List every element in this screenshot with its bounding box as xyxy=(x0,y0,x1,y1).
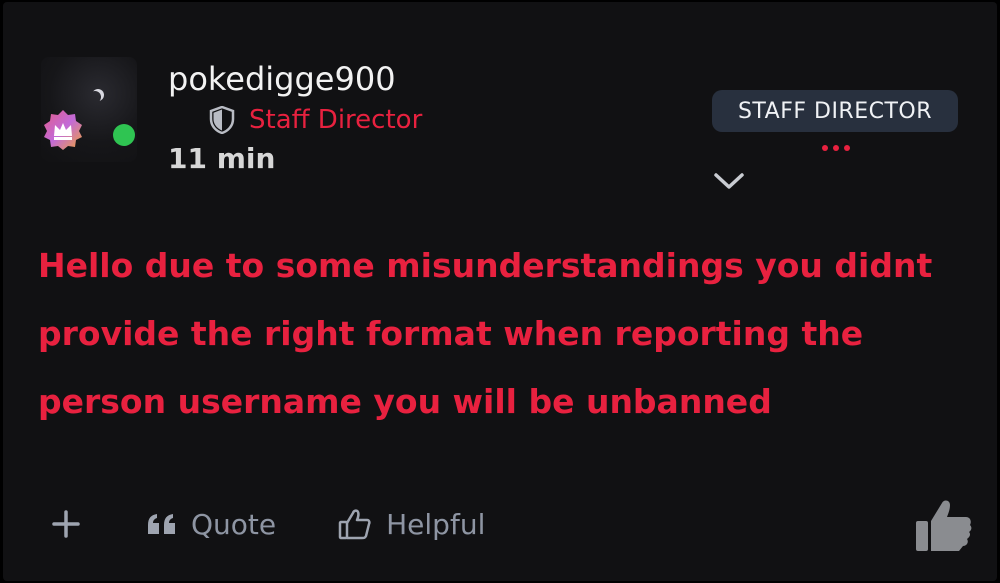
post-message: Hello due to some misunderstandings you … xyxy=(38,246,933,421)
thumbs-up-icon xyxy=(338,509,371,540)
post-card: pokedigge900 Staff Director 11 min STAFF… xyxy=(3,2,997,581)
username[interactable]: pokedigge900 xyxy=(168,60,396,98)
quote-icon xyxy=(148,514,175,534)
thumbs-up-icon[interactable] xyxy=(915,499,973,553)
avatar[interactable] xyxy=(41,57,137,162)
online-status-indicator xyxy=(113,124,135,146)
staff-director-badge: STAFF DIRECTOR xyxy=(712,90,958,132)
chevron-down-icon[interactable] xyxy=(712,170,746,192)
role-label: Staff Director xyxy=(249,105,423,135)
crown-rank-badge-icon xyxy=(44,110,82,150)
more-options-icon[interactable] xyxy=(821,143,851,153)
post-actions: Quote Helpful xyxy=(51,502,485,546)
quote-label: Quote xyxy=(191,507,277,541)
moon-icon xyxy=(89,91,101,103)
shield-icon xyxy=(209,106,235,134)
quote-button[interactable]: Quote xyxy=(147,508,276,541)
helpful-button[interactable]: Helpful xyxy=(338,507,485,541)
post-time: 11 min xyxy=(168,142,276,175)
helpful-label: Helpful xyxy=(386,507,486,541)
plus-icon[interactable] xyxy=(51,509,81,539)
role-row: Staff Director xyxy=(209,105,422,135)
